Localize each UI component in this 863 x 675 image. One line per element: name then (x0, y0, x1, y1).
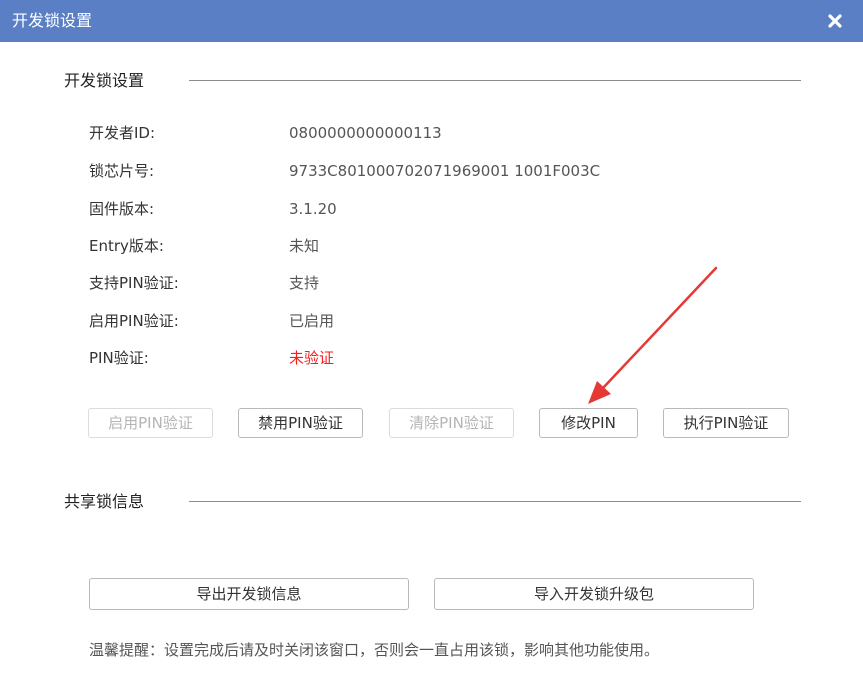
change-pin-button[interactable]: 修改PIN (539, 408, 638, 438)
pin-enabled-label: 启用PIN验证: (89, 312, 179, 330)
pin-support-label: 支持PIN验证: (89, 274, 179, 292)
reminder-text: 温馨提醒：设置完成后请及时关闭该窗口，否则会一直占用该锁，影响其他功能使用。 (89, 641, 660, 659)
clear-pin-button[interactable]: 清除PIN验证 (389, 408, 514, 438)
section-divider (189, 80, 801, 81)
pin-enabled-value: 已启用 (289, 312, 335, 330)
pin-support-value: 支持 (289, 274, 320, 292)
import-upgrade-package-button[interactable]: 导入开发锁升级包 (434, 578, 754, 610)
section-divider (189, 501, 801, 502)
chip-number-label: 锁芯片号: (89, 162, 155, 180)
firmware-version-label: 固件版本: (89, 200, 155, 218)
close-button[interactable] (825, 11, 845, 31)
dev-lock-section-title: 开发锁设置 (64, 71, 145, 91)
pin-verify-label: PIN验证: (89, 349, 149, 367)
entry-version-value: 未知 (289, 237, 320, 255)
enable-pin-button[interactable]: 启用PIN验证 (88, 408, 213, 438)
firmware-version-value: 3.1.20 (289, 200, 337, 218)
export-lock-info-button[interactable]: 导出开发锁信息 (89, 578, 409, 610)
developer-id-label: 开发者ID: (89, 124, 156, 142)
dev-lock-settings-dialog: 开发锁设置 开发锁设置 开发者ID: 0800000000000113 锁芯片号… (0, 0, 863, 675)
pin-verify-status: 未验证 (289, 349, 335, 367)
entry-version-label: Entry版本: (89, 237, 164, 255)
chip-number-value: 9733C801000702071969001 1001F003C (289, 162, 601, 180)
disable-pin-button[interactable]: 禁用PIN验证 (238, 408, 363, 438)
developer-id-value: 0800000000000113 (289, 124, 442, 142)
window-title: 开发锁设置 (12, 11, 93, 30)
title-bar: 开发锁设置 (0, 0, 863, 42)
verify-pin-button[interactable]: 执行PIN验证 (663, 408, 789, 438)
close-icon (828, 14, 842, 28)
annotation-arrow (588, 266, 718, 404)
shared-lock-section-title: 共享锁信息 (64, 492, 145, 512)
